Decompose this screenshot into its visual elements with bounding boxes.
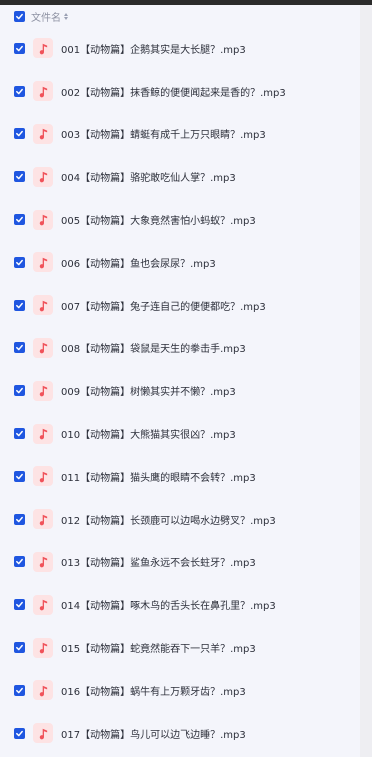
file-name: 005【动物篇】大象竟然害怕小蚂蚁？.mp3 [61,216,256,228]
file-checkbox[interactable] [14,299,25,311]
file-list-panel: 文件名 001【动物篇】企鹅其实是大长腿？.mp3 002【动物篇】抹香鲸的便便闻… [0,5,360,757]
music-note-icon [33,509,53,530]
file-row[interactable]: 007【动物篇】兔子连自己的便便都吃？.mp3 [0,284,360,327]
checkmark-icon [16,516,23,522]
music-note-icon [33,337,53,358]
file-checkbox[interactable] [14,599,25,611]
file-row[interactable]: 005【动物篇】大象竟然害怕小蚂蚁？.mp3 [0,198,360,241]
checkmark-icon [16,131,23,137]
checkmark-icon [16,259,23,266]
file-row[interactable]: 010【动物篇】大熊猫其实很凶？.mp3 [0,412,360,455]
checkmark-icon [16,302,23,308]
music-note-icon [33,723,53,744]
music-note-icon [33,295,53,316]
file-name: 009【动物篇】树懒其实并不懒？.mp3 [61,387,236,399]
file-row[interactable]: 002【动物篇】抹香鲸的便便闻起来是香的？.mp3 [0,70,360,113]
column-header-filename[interactable]: 文件名 [31,9,61,24]
file-row[interactable]: 008【动物篇】袋鼠是天生的拳击手.mp3 [0,327,360,370]
music-note-icon [33,252,53,273]
checkmark-icon [16,473,23,480]
file-checkbox[interactable] [14,385,25,397]
file-name: 007【动物篇】兔子连自己的便便都吃？.mp3 [61,301,266,313]
file-row[interactable]: 012【动物篇】长颈鹿可以边喝水边劈叉？.mp3 [0,498,360,541]
file-row[interactable]: 011【动物篇】猫头鹰的眼睛不会转？.mp3 [0,455,360,498]
file-row[interactable]: 004【动物篇】骆驼敢吃仙人掌？.mp3 [0,155,360,198]
file-checkbox[interactable] [14,684,25,696]
music-note-icon [33,466,53,487]
file-name: 013【动物篇】鲨鱼永远不会长蛀牙？.mp3 [61,558,256,570]
file-checkbox[interactable] [14,42,25,54]
music-note-icon [33,680,53,701]
file-checkbox[interactable] [14,513,25,525]
file-name: 001【动物篇】企鹅其实是大长腿？.mp3 [61,44,246,56]
file-name: 014【动物篇】啄木鸟的舌头长在鼻孔里？.mp3 [61,601,276,613]
checkmark-icon [16,602,23,608]
file-checkbox[interactable] [14,642,25,654]
music-note-icon [33,38,53,59]
file-name: 015【动物篇】蛇竟然能吞下一只羊？.mp3 [61,644,256,656]
select-all-checkbox[interactable] [14,10,25,22]
music-note-icon [33,637,53,658]
checkmark-icon [16,730,23,736]
file-checkbox[interactable] [14,171,25,183]
file-name: 016【动物篇】蜗牛有上万颗牙齿？.mp3 [61,686,246,698]
file-name: 017【动物篇】鸟儿可以边飞边睡？.mp3 [61,729,246,741]
file-name: 002【动物篇】抹香鲸的便便闻起来是香的？.mp3 [61,87,286,99]
file-checkbox[interactable] [14,428,25,440]
music-note-icon [33,423,53,444]
checkmark-icon [16,88,23,94]
file-name: 011【动物篇】猫头鹰的眼睛不会转？.mp3 [61,472,256,484]
file-checkbox[interactable] [14,342,25,354]
scrollbar[interactable] [360,5,372,757]
file-checkbox[interactable] [14,128,25,140]
file-row[interactable]: 001【动物篇】企鹅其实是大长腿？.mp3 [0,27,360,70]
file-row[interactable]: 016【动物篇】蜗牛有上万颗牙齿？.mp3 [0,669,360,712]
checkmark-icon [16,345,23,351]
checkmark-icon [16,388,23,394]
file-row[interactable]: 015【动物篇】蛇竟然能吞下一只羊？.mp3 [0,626,360,669]
file-row[interactable]: 009【动物篇】树懒其实并不懒？.mp3 [0,369,360,412]
file-name: 006【动物篇】鱼也会尿尿？.mp3 [61,258,216,270]
music-note-icon [33,551,53,572]
checkmark-icon [16,45,23,52]
music-note-icon [33,594,53,615]
sort-icon[interactable] [64,12,68,20]
file-name: 004【动物篇】骆驼敢吃仙人掌？.mp3 [61,173,236,185]
checkmark-icon [16,687,23,694]
music-note-icon [33,380,53,401]
file-name: 003【动物篇】蜻蜓有成千上万只眼睛？.mp3 [61,130,266,142]
file-name: 010【动物篇】大熊猫其实很凶？.mp3 [61,430,236,442]
file-row[interactable]: 017【动物篇】鸟儿可以边飞边睡？.mp3 [0,712,360,755]
checkmark-icon [16,216,23,223]
file-row[interactable]: 006【动物篇】鱼也会尿尿？.mp3 [0,241,360,284]
file-row[interactable]: 014【动物篇】啄木鸟的舌头长在鼻孔里？.mp3 [0,583,360,626]
music-note-icon [33,123,53,144]
checkmark-icon [16,13,23,19]
music-note-icon [33,81,53,102]
file-checkbox[interactable] [14,727,25,739]
file-list-header: 文件名 [0,5,360,27]
file-checkbox[interactable] [14,85,25,97]
file-name: 012【动物篇】长颈鹿可以边喝水边劈叉？.mp3 [61,515,276,527]
checkmark-icon [16,430,23,437]
checkmark-icon [16,644,23,651]
checkmark-icon [16,174,23,180]
file-checkbox[interactable] [14,214,25,226]
music-note-icon [33,209,53,230]
file-name: 008【动物篇】袋鼠是天生的拳击手.mp3 [61,344,246,356]
file-list: 001【动物篇】企鹅其实是大长腿？.mp3 002【动物篇】抹香鲸的便便闻起来是香… [0,27,360,755]
file-checkbox[interactable] [14,256,25,268]
file-row[interactable]: 013【动物篇】鲨鱼永远不会长蛀牙？.mp3 [0,541,360,584]
checkmark-icon [16,559,23,565]
music-note-icon [33,166,53,187]
file-checkbox[interactable] [14,470,25,482]
file-row[interactable]: 003【动物篇】蜻蜓有成千上万只眼睛？.mp3 [0,113,360,156]
file-checkbox[interactable] [14,556,25,568]
